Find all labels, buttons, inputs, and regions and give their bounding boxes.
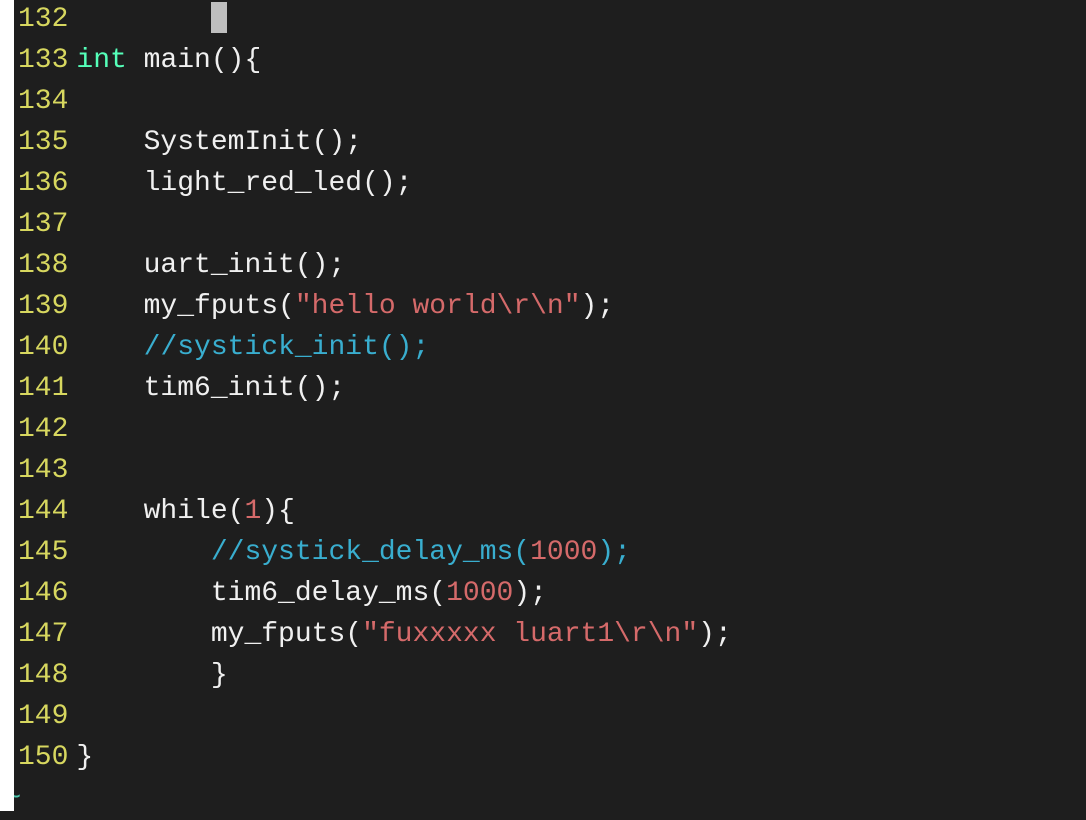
code-token: SystemInit();	[76, 127, 362, 158]
code-line[interactable]: //systick_delay_ms(1000);	[76, 533, 1086, 574]
code-token: //systick_init();	[144, 332, 430, 363]
code-line[interactable]: my_fputs("fuxxxxx luart1\r\n");	[76, 615, 1086, 656]
code-line[interactable]: }	[76, 738, 1086, 779]
line-number: 142	[18, 410, 68, 451]
line-number: 144	[18, 492, 68, 533]
code-token: 1000	[446, 578, 513, 609]
code-line[interactable]	[76, 410, 1086, 451]
code-token: main(){	[127, 45, 261, 76]
code-token	[76, 4, 210, 35]
code-token: );	[698, 619, 732, 650]
code-line[interactable]: tim6_init();	[76, 369, 1086, 410]
code-area[interactable]: int main(){ SystemInit(); light_red_led(…	[76, 0, 1086, 811]
code-line[interactable]	[76, 82, 1086, 123]
code-token: my_fputs(	[76, 291, 294, 322]
line-number: 149	[18, 697, 68, 738]
code-token: while(	[76, 496, 244, 527]
code-token: }	[76, 742, 93, 773]
code-token: light_red_led();	[76, 168, 412, 199]
code-token	[76, 332, 143, 363]
code-token: 1	[244, 496, 261, 527]
code-line[interactable]: }	[76, 656, 1086, 697]
line-number: 139	[18, 287, 68, 328]
code-line[interactable]	[76, 205, 1086, 246]
code-line[interactable]: int main(){	[76, 41, 1086, 82]
code-line[interactable]: tim6_delay_ms(1000);	[76, 574, 1086, 615]
code-token: //systick_delay_ms(	[211, 537, 530, 568]
line-number: 141	[18, 369, 68, 410]
code-token: int	[76, 45, 126, 76]
line-number: 137	[18, 205, 68, 246]
line-number: 132	[18, 0, 68, 41]
code-line[interactable]: SystemInit();	[76, 123, 1086, 164]
line-number: 136	[18, 164, 68, 205]
code-token: tim6_init();	[76, 373, 345, 404]
line-number: 133	[18, 41, 68, 82]
code-token: );	[597, 537, 631, 568]
code-line[interactable]: my_fputs("hello world\r\n");	[76, 287, 1086, 328]
line-number-gutter: 1321331341351361371381391401411421431441…	[14, 0, 76, 811]
end-of-buffer-tilde: ~	[4, 779, 1086, 820]
code-token: 1000	[530, 537, 597, 568]
code-line[interactable]: while(1){	[76, 492, 1086, 533]
code-token: my_fputs(	[76, 619, 362, 650]
code-editor[interactable]: 1321331341351361371381391401411421431441…	[14, 0, 1086, 811]
line-number: 135	[18, 123, 68, 164]
line-number: 148	[18, 656, 68, 697]
code-line[interactable]: uart_init();	[76, 246, 1086, 287]
code-token: );	[513, 578, 547, 609]
window-left-edge	[0, 0, 14, 811]
line-number: 138	[18, 246, 68, 287]
code-token	[76, 537, 210, 568]
line-number: 147	[18, 615, 68, 656]
code-line[interactable]	[76, 697, 1086, 738]
line-number: 143	[18, 451, 68, 492]
code-line[interactable]	[76, 451, 1086, 492]
line-number: 150	[18, 738, 68, 779]
line-number: 146	[18, 574, 68, 615]
code-token: "hello world\r\n"	[295, 291, 581, 322]
code-token: }	[76, 660, 227, 691]
code-line[interactable]	[76, 0, 1086, 41]
code-token: ){	[261, 496, 295, 527]
code-line[interactable]: light_red_led();	[76, 164, 1086, 205]
code-token: tim6_delay_ms(	[76, 578, 446, 609]
line-number: 145	[18, 533, 68, 574]
code-line[interactable]: //systick_init();	[76, 328, 1086, 369]
text-cursor	[211, 2, 227, 33]
code-token: uart_init();	[76, 250, 345, 281]
line-number: 134	[18, 82, 68, 123]
line-number: 140	[18, 328, 68, 369]
code-token: "fuxxxxx luart1\r\n"	[362, 619, 698, 650]
code-token: );	[581, 291, 615, 322]
